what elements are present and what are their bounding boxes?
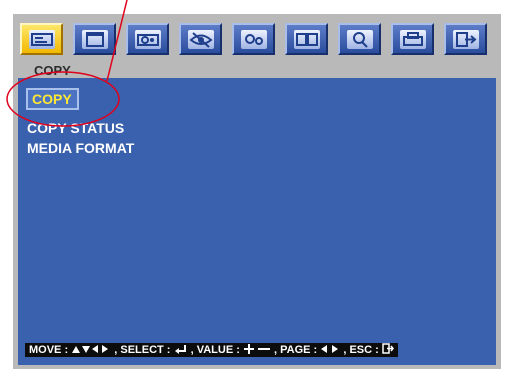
callout-annotation [6, 0, 128, 127]
callout-ellipse [6, 71, 120, 127]
callout-leader-line [106, 0, 128, 82]
